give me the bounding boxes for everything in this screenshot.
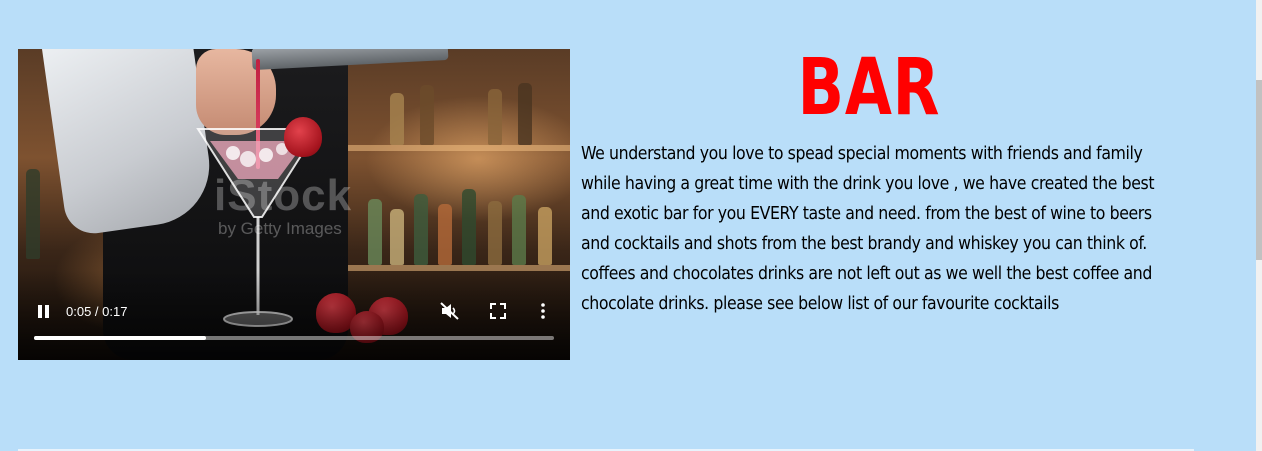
bottle <box>390 209 404 265</box>
volume-muted-icon <box>440 302 459 320</box>
scrollbar[interactable] <box>1256 0 1262 451</box>
page-title: BAR <box>797 43 941 133</box>
bottle <box>368 199 382 265</box>
watermark: iStock <box>214 171 353 220</box>
bottle <box>26 169 40 259</box>
strawberry-garnish <box>284 117 322 157</box>
bottle <box>512 195 526 265</box>
scrollbar-thumb[interactable] <box>1256 80 1262 260</box>
bottle <box>438 204 452 265</box>
video-frame[interactable]: iStock by Getty Images 0:05 / 0:17 <box>18 49 570 360</box>
progress-fill <box>34 336 206 340</box>
shelf <box>338 145 570 151</box>
bottle <box>414 194 428 265</box>
video-player[interactable]: iStock by Getty Images 0:05 / 0:17 <box>18 49 570 360</box>
bottle <box>538 207 552 265</box>
bottle <box>420 85 434 145</box>
pause-button[interactable] <box>36 305 52 319</box>
fullscreen-icon <box>490 303 506 319</box>
bottle <box>488 89 502 145</box>
time-display: 0:05 / 0:17 <box>66 304 128 319</box>
mute-button[interactable] <box>440 302 460 324</box>
watermark-sub: by Getty Images <box>218 219 342 238</box>
progress-bar[interactable] <box>34 336 554 340</box>
more-vertical-icon <box>541 303 545 319</box>
bottle <box>462 189 476 265</box>
description-text: We understand you love to spead special … <box>581 144 1155 314</box>
more-options-button[interactable] <box>540 303 546 323</box>
fullscreen-button[interactable] <box>490 303 506 323</box>
bottle <box>488 201 502 265</box>
bottle <box>518 83 532 145</box>
pause-icon <box>38 305 42 318</box>
bottle <box>390 93 404 145</box>
